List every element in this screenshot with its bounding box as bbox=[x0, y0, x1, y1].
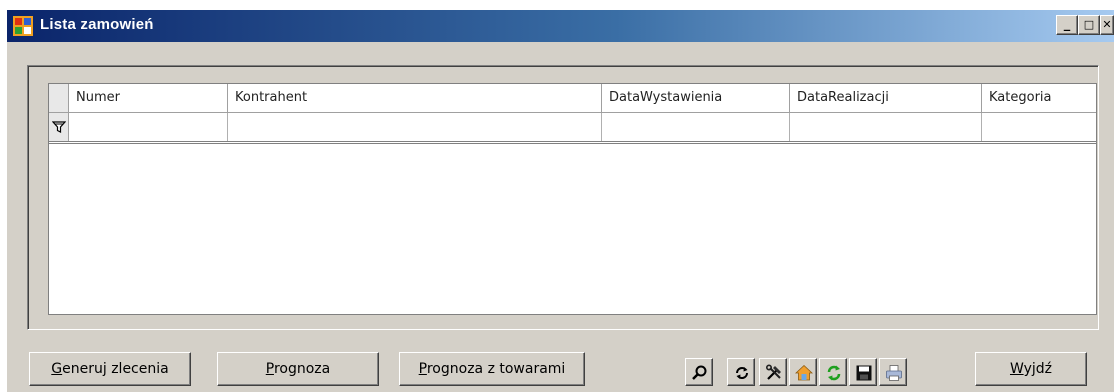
home-icon bbox=[795, 364, 813, 381]
filter-row-selector bbox=[49, 113, 69, 141]
forecast-mnemonic: P bbox=[265, 361, 274, 377]
print-button[interactable] bbox=[879, 358, 907, 386]
column-header-numer[interactable]: Numer bbox=[69, 84, 228, 112]
generate-orders-mnemonic: G bbox=[51, 361, 63, 377]
exit-mnemonic: W bbox=[1009, 361, 1024, 377]
generate-orders-button[interactable]: Generuj zlecenia bbox=[29, 352, 191, 386]
home-button[interactable] bbox=[789, 358, 817, 386]
minimize-icon: _ bbox=[1063, 17, 1071, 32]
orders-window: Lista zamowień _ □ ✕ Numer Kontrahent Da… bbox=[7, 10, 1114, 392]
filter-cell-datarealizacji[interactable] bbox=[790, 113, 982, 141]
search-button[interactable] bbox=[685, 358, 713, 386]
refresh-icon bbox=[736, 367, 748, 379]
minimize-button[interactable]: _ bbox=[1056, 15, 1078, 35]
filter-icon[interactable] bbox=[52, 120, 66, 134]
close-button[interactable]: ✕ bbox=[1100, 15, 1114, 35]
filter-cell-kontrahent[interactable] bbox=[228, 113, 602, 141]
forecast-with-goods-label: rognoza z towarami bbox=[426, 361, 566, 377]
forecast-with-goods-button[interactable]: Prognoza z towarami bbox=[399, 352, 585, 386]
exit-button[interactable]: Wyjdź bbox=[975, 352, 1087, 386]
header-row-selector bbox=[49, 84, 69, 112]
grid-body[interactable] bbox=[49, 146, 1096, 314]
close-icon: ✕ bbox=[1102, 18, 1112, 31]
exit-label: yjdź bbox=[1023, 361, 1053, 377]
orders-grid[interactable]: Numer Kontrahent DataWystawienia DataRea… bbox=[48, 83, 1097, 315]
refresh-button[interactable] bbox=[727, 358, 755, 386]
save-button[interactable] bbox=[849, 358, 877, 386]
maximize-icon: □ bbox=[1083, 18, 1095, 31]
forecast-button[interactable]: Prognoza bbox=[217, 352, 379, 386]
tools-icon bbox=[765, 364, 781, 380]
maximize-button[interactable]: □ bbox=[1078, 15, 1100, 35]
filter-cell-numer[interactable] bbox=[69, 113, 228, 141]
sync-icon bbox=[827, 365, 841, 381]
filter-cell-kategoria[interactable] bbox=[982, 113, 1096, 141]
window-title: Lista zamowień bbox=[40, 16, 154, 33]
app-icon bbox=[13, 16, 33, 36]
filter-cell-datawystawienia[interactable] bbox=[602, 113, 790, 141]
title-bar[interactable]: Lista zamowień _ □ ✕ bbox=[7, 10, 1114, 42]
forecast-with-goods-mnemonic: P bbox=[418, 361, 427, 377]
forecast-label: rognoza bbox=[273, 361, 331, 377]
generate-orders-label: eneruj zlecenia bbox=[62, 361, 169, 377]
tools-button[interactable] bbox=[759, 358, 787, 386]
column-header-datawystawienia[interactable]: DataWystawienia bbox=[602, 84, 790, 112]
sync-button[interactable] bbox=[819, 358, 847, 386]
column-header-datarealizacji[interactable]: DataRealizacji bbox=[790, 84, 982, 112]
column-header-kategoria[interactable]: Kategoria bbox=[982, 84, 1096, 112]
grid-filter-row bbox=[49, 113, 1096, 144]
save-icon bbox=[856, 365, 872, 381]
search-icon bbox=[692, 365, 707, 380]
column-header-kontrahent[interactable]: Kontrahent bbox=[228, 84, 602, 112]
print-icon bbox=[886, 365, 902, 381]
grid-header-row: Numer Kontrahent DataWystawienia DataRea… bbox=[49, 84, 1096, 113]
